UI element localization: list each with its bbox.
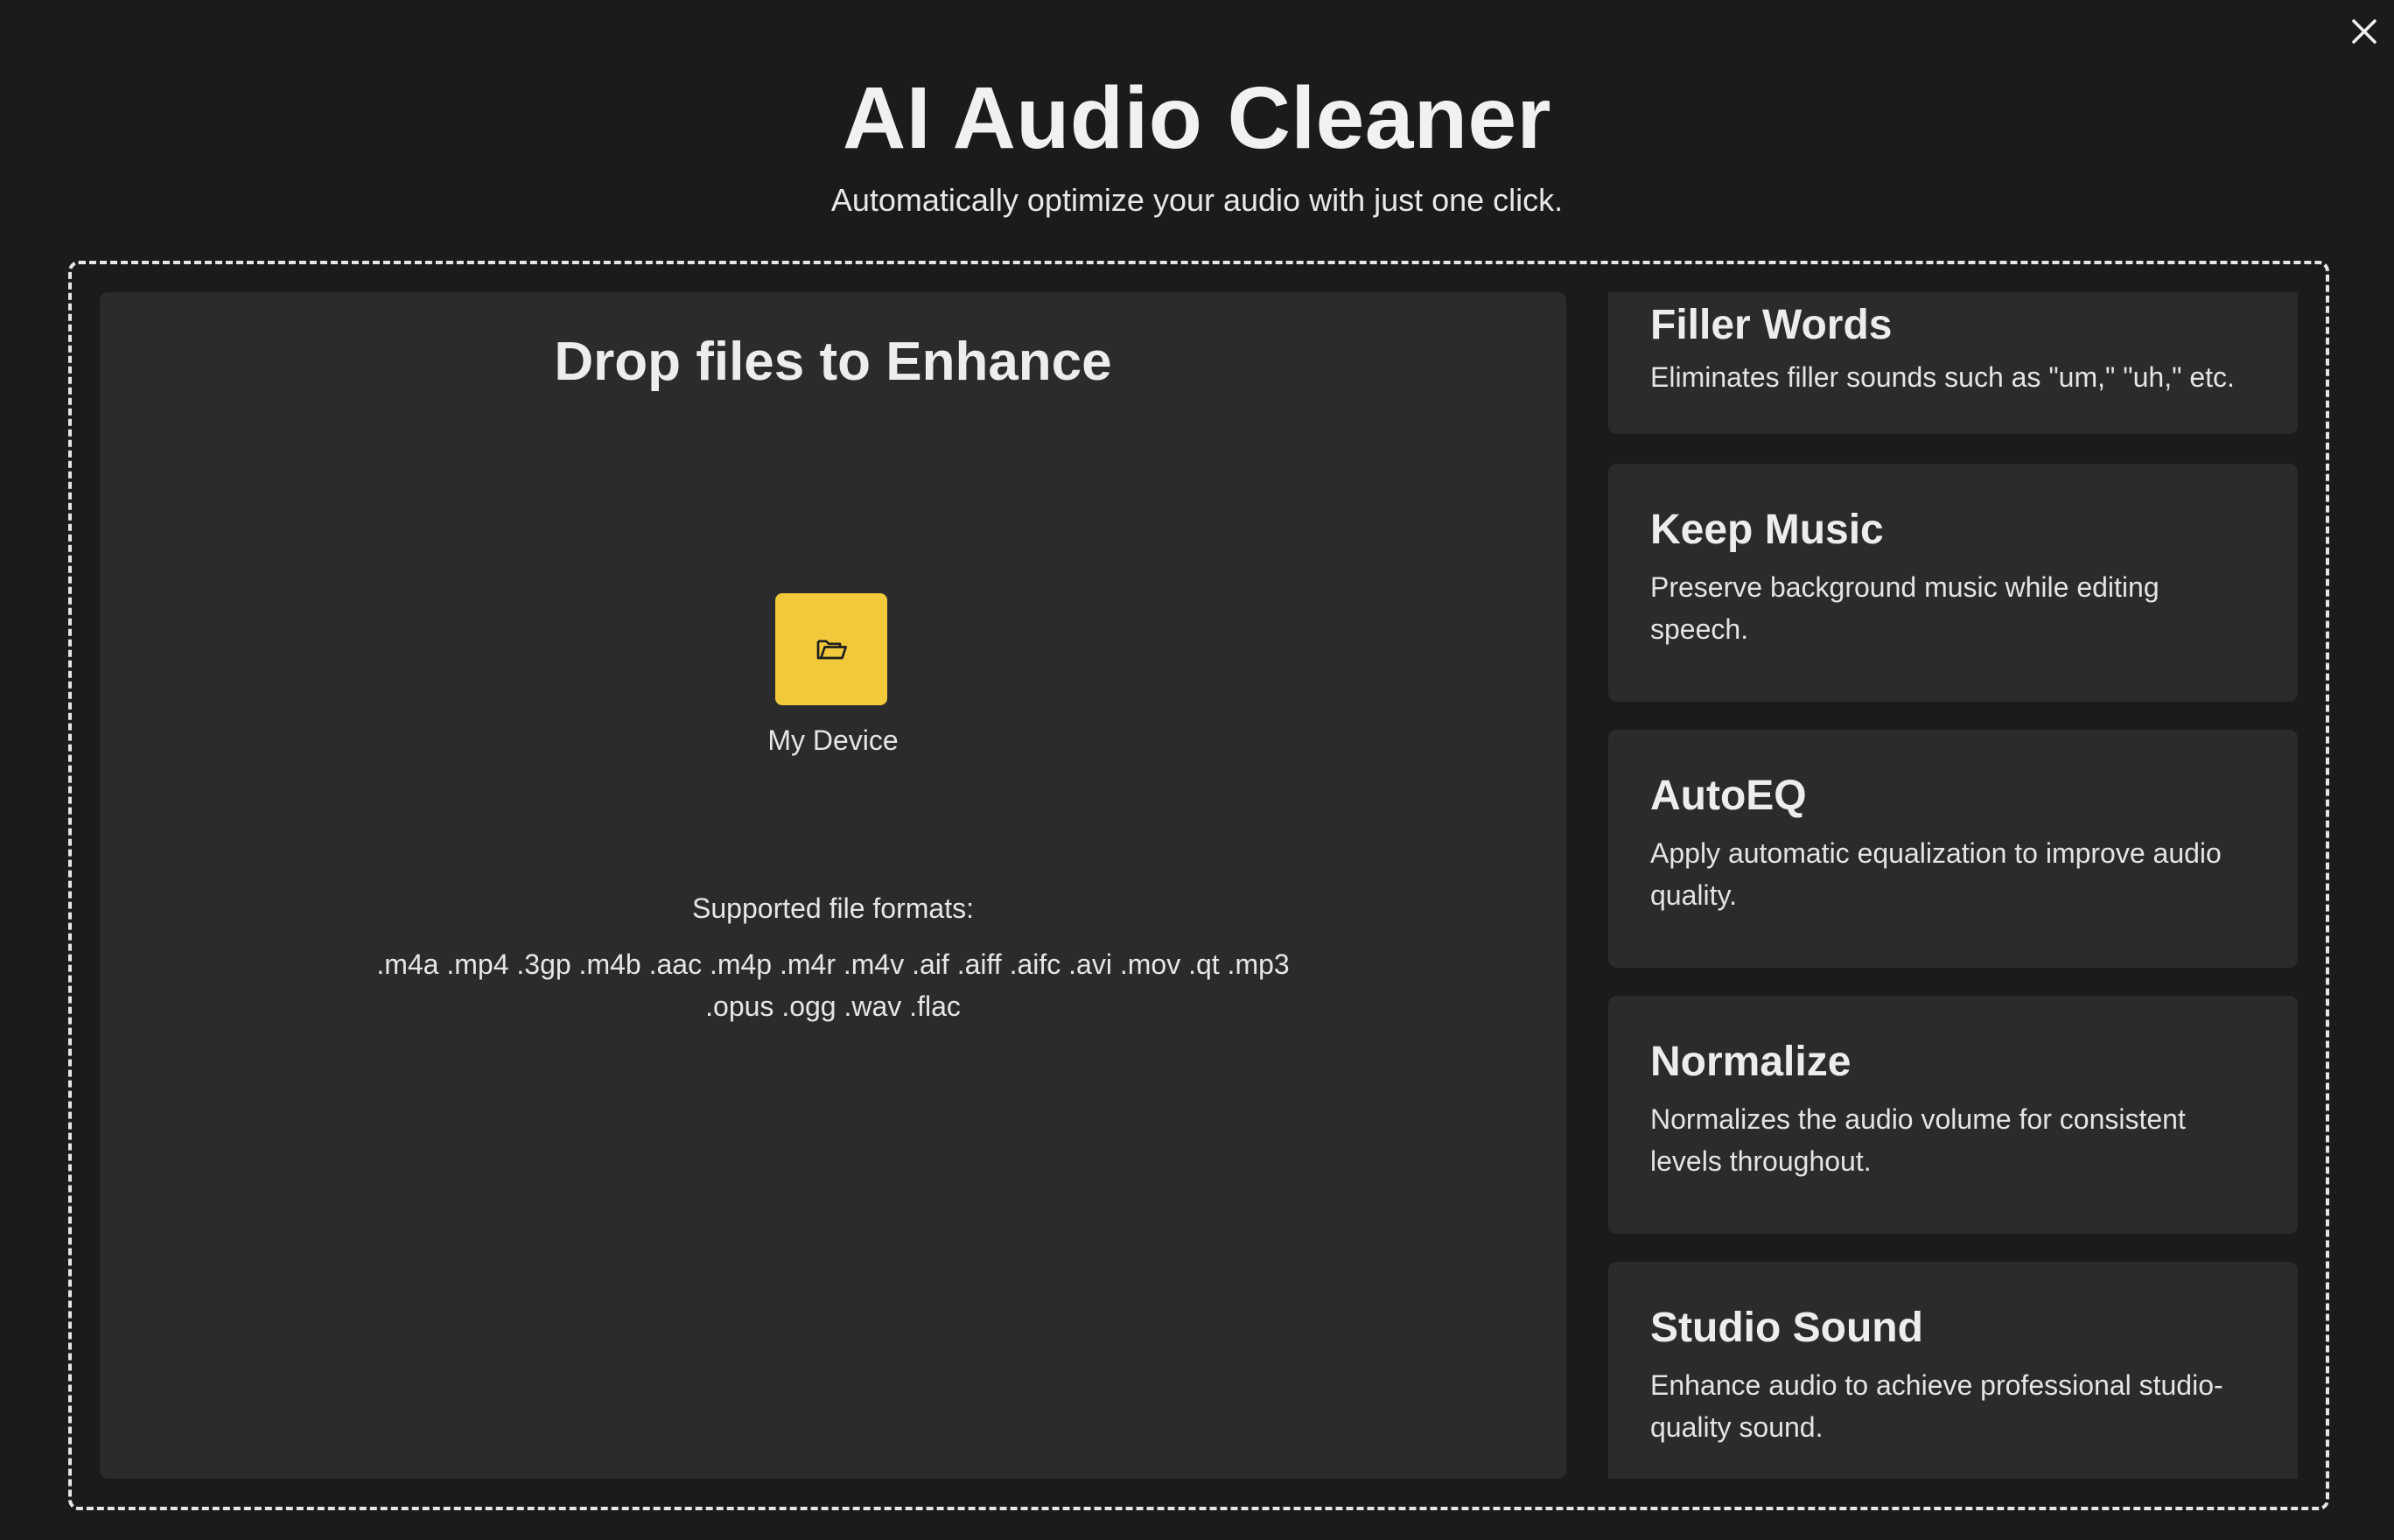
feature-title: Keep Music	[1650, 507, 1884, 553]
my-device-button[interactable]	[775, 593, 887, 705]
drop-title: Drop files to Enhance	[554, 332, 1112, 392]
formats-heading: Supported file formats:	[692, 892, 974, 924]
page-subtitle: Automatically optimize your audio with j…	[830, 182, 1564, 218]
feature-title: Studio Sound	[1650, 1305, 1923, 1351]
page-title: AI Audio Cleaner	[843, 69, 1551, 167]
feature-card-keep-music[interactable]: Keep Music Preserve background music whi…	[1608, 464, 2298, 702]
close-icon	[2352, 19, 2376, 44]
formats-line-1: .m4a .mp4 .3gp .m4b .aac .m4p .m4r .m4v …	[376, 948, 1290, 980]
feature-desc: Enhance audio to achieve professional st…	[1650, 1369, 2223, 1443]
formats-line-2: .opus .ogg .wav .flac	[705, 990, 961, 1022]
audio-cleaner-modal: AI Audio Cleaner Automatically optimize …	[0, 0, 2394, 1540]
features-list[interactable]: Filler Words Eliminates filler sounds su…	[1608, 292, 2298, 1479]
close-button[interactable]	[2345, 12, 2384, 51]
feature-title: Filler Words	[1650, 302, 1893, 348]
feature-desc: Apply automatic equalization to improve …	[1650, 837, 2222, 911]
feature-card-filler-words[interactable]: Filler Words Eliminates filler sounds su…	[1608, 292, 2298, 434]
folder-open-icon	[816, 640, 847, 660]
feature-desc: Eliminates filler sounds such as "um," "…	[1650, 361, 2235, 393]
feature-card-normalize[interactable]: Normalize Normalizes the audio volume fo…	[1608, 996, 2298, 1234]
feature-title: Normalize	[1650, 1039, 1852, 1085]
feature-desc: Normalizes the audio volume for consiste…	[1650, 1103, 2186, 1177]
formats-list: .m4a .mp4 .3gp .m4b .aac .m4p .m4r .m4v …	[362, 943, 1304, 1027]
my-device-label[interactable]: My Device	[100, 724, 1566, 757]
feature-card-studio-sound[interactable]: Studio Sound Enhance audio to achieve pr…	[1608, 1262, 2298, 1479]
feature-title: AutoEQ	[1650, 773, 1807, 819]
feature-card-autoeq[interactable]: AutoEQ Apply automatic equalization to i…	[1608, 730, 2298, 968]
drop-panel[interactable]: Drop files to Enhance My Device Supporte…	[100, 292, 1566, 1479]
feature-desc: Preserve background music while editing …	[1650, 571, 2160, 645]
